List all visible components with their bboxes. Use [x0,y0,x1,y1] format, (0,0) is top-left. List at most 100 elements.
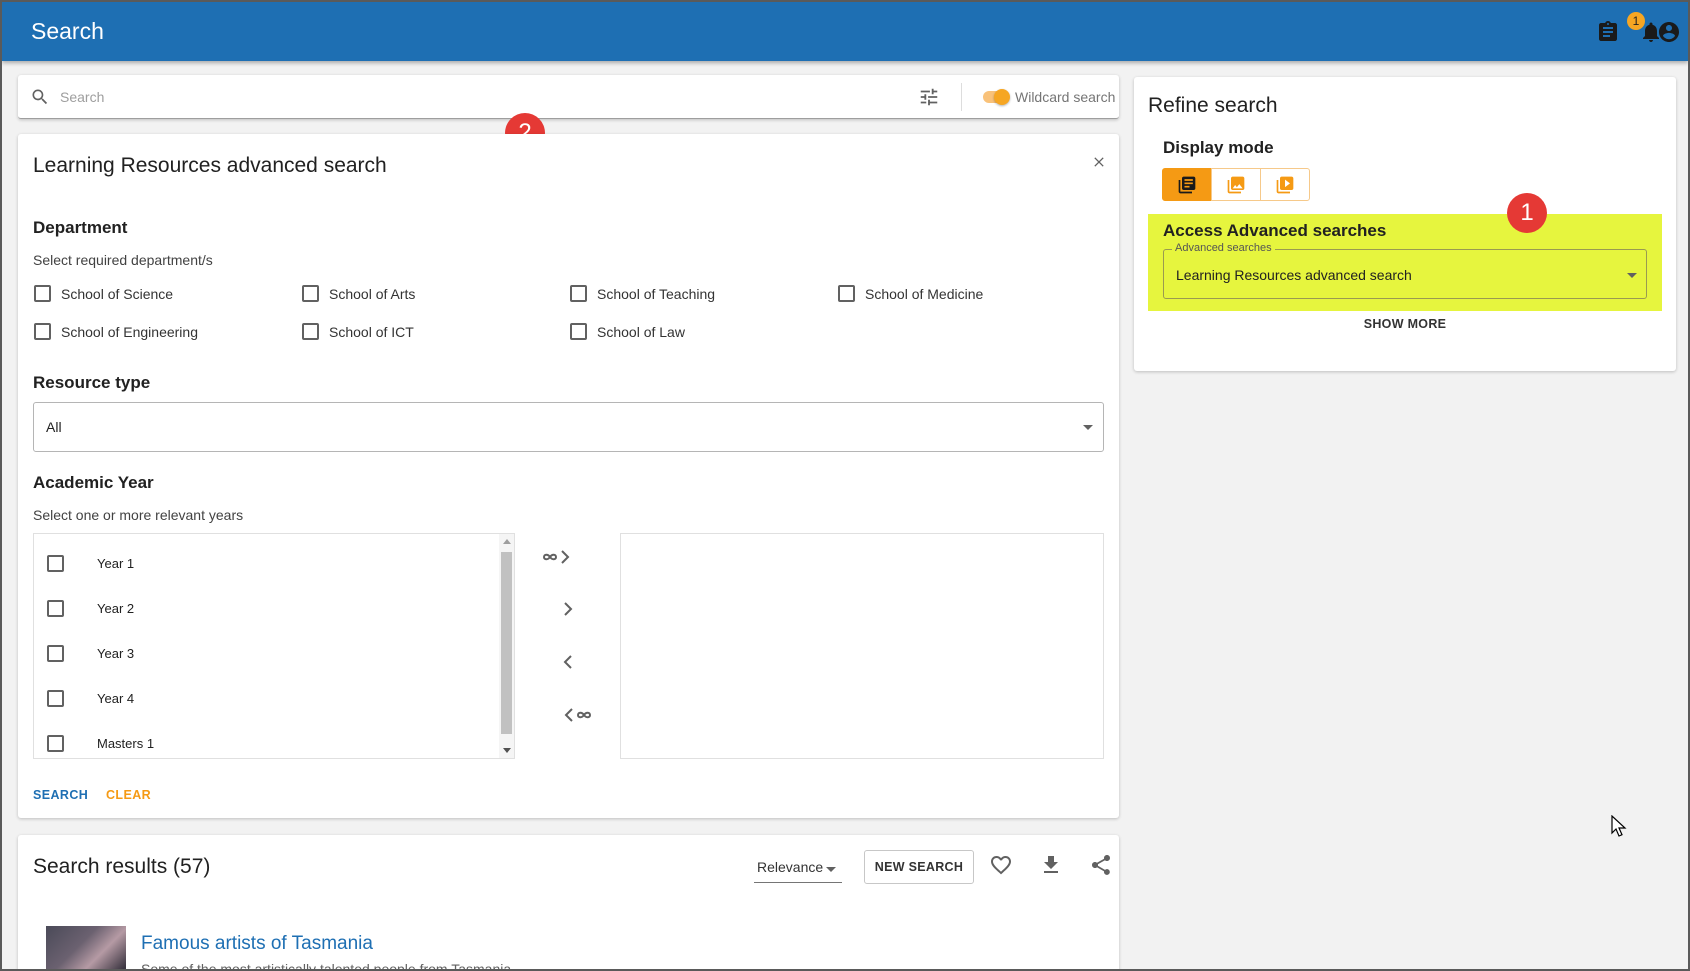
department-checkbox-arts[interactable]: School of Arts [302,285,415,302]
chevron-down-icon [1627,273,1637,278]
list-icon [1178,176,1196,193]
resource-type-heading: Resource type [33,373,151,392]
checkbox-box [47,600,64,617]
advanced-searches-value: Learning Resources advanced search [1176,267,1412,283]
search-button[interactable]: SEARCH [33,788,88,802]
search-bar: Wildcard search [18,75,1119,119]
search-input[interactable] [60,86,860,108]
display-mode-group [1162,168,1310,201]
display-mode-gallery-button[interactable] [1211,168,1261,201]
download-icon[interactable] [1039,853,1063,877]
toggle-knob [994,89,1010,105]
mouse-pointer-icon [1611,815,1627,837]
access-advanced-searches-heading: Access Advanced searches [1163,221,1387,240]
department-checkbox-science[interactable]: School of Science [34,285,173,302]
share-icon[interactable] [1089,853,1113,877]
academic-year-hint: Select one or more relevant years [33,507,244,523]
list-item-label: Masters 1 [97,736,155,751]
department-checkbox-medicine[interactable]: School of Medicine [838,285,983,302]
notification-badge: 1 [1627,12,1645,30]
wildcard-label: Wildcard search [1015,89,1116,105]
app-window: Search 1 Wildcard search 2 Learning Reso… [0,0,1690,971]
resource-type-value: All [46,419,62,435]
list-item-label: Year 1 [97,556,135,571]
list-item[interactable]: Year 2 [47,600,134,617]
display-mode-list-button[interactable] [1162,168,1212,201]
checkbox-label: School of Teaching [597,285,716,302]
move-all-left-icon[interactable] [562,706,594,724]
scroll-down-icon[interactable] [503,748,511,753]
account-circle-icon[interactable] [1657,20,1681,44]
checkbox-box [302,285,319,302]
search-icon [32,89,48,105]
checkbox-label: School of ICT [329,323,414,340]
callout-marker-1: 1 [1507,193,1547,233]
checkbox-box [34,285,51,302]
department-checkbox-engineering[interactable]: School of Engineering [34,323,198,340]
list-item-label: Year 4 [97,691,135,706]
clipboard-icon[interactable] [1596,20,1620,44]
show-more-button[interactable]: SHOW MORE [1134,317,1676,331]
result-description: Some of the most artistically talented p… [141,961,512,971]
list-item-label: Year 2 [97,601,135,616]
tune-filter-icon[interactable] [918,86,940,108]
chevron-down-icon [1083,425,1093,430]
search-results-panel: Search results (57) Relevance NEW SEARCH… [18,835,1119,971]
checkbox-label: School of Science [61,285,174,302]
scroll-up-icon[interactable] [503,539,511,544]
move-left-icon[interactable] [561,653,575,671]
department-checkbox-ict[interactable]: School of ICT [302,323,414,340]
refine-search-title: Refine search [1148,94,1278,117]
academic-year-selected-list[interactable] [620,533,1104,759]
gallery-image-icon [1227,176,1245,193]
checkbox-box [570,323,587,340]
move-all-right-icon[interactable] [542,548,574,566]
checkbox-box [570,285,587,302]
move-right-icon[interactable] [561,600,575,618]
close-icon[interactable] [1091,154,1107,170]
list-item[interactable]: Year 4 [47,690,134,707]
advanced-search-title: Learning Resources advanced search [33,154,387,177]
result-title-link[interactable]: Famous artists of Tasmania [141,933,373,955]
advanced-searches-select[interactable]: Advanced searches Learning Resources adv… [1163,242,1647,299]
checkbox-box [302,323,319,340]
refine-search-panel: Refine search Display mode Access Advanc… [1134,77,1676,371]
checkbox-box [47,735,64,752]
app-bar: Search 1 [2,2,1688,61]
department-checkbox-teaching[interactable]: School of Teaching [570,285,715,302]
resource-type-select[interactable]: All [33,402,1104,452]
app-title: Search [31,18,104,44]
department-checkbox-law[interactable]: School of Law [570,323,685,340]
checkbox-label: School of Medicine [865,285,984,302]
favourite-heart-icon[interactable] [989,853,1013,877]
sort-value: Relevance [757,859,824,875]
access-advanced-searches-section: Access Advanced searches Advanced search… [1148,214,1662,311]
new-search-button[interactable]: NEW SEARCH [864,850,974,884]
checkbox-box [838,285,855,302]
list-scrollbar[interactable] [499,534,514,758]
display-mode-video-button[interactable] [1260,168,1310,201]
clear-button[interactable]: CLEAR [106,788,151,802]
checkbox-box [47,690,64,707]
list-item[interactable]: Year 1 [47,555,134,572]
video-icon [1276,176,1294,193]
sort-select[interactable]: Relevance [754,855,842,883]
advanced-searches-label: Advanced searches [1172,242,1275,254]
checkbox-label: School of Law [597,323,685,340]
chevron-down-icon [826,867,836,872]
academic-year-source-list: Year 1 Year 2 Year 3 Year 4 Masters 1 [33,533,515,759]
checkbox-box [47,645,64,662]
list-item[interactable]: Masters 1 [47,735,154,752]
department-heading: Department [33,218,128,237]
academic-year-heading: Academic Year [33,473,154,492]
checkbox-box [34,323,51,340]
advanced-search-panel: Learning Resources advanced search Depar… [18,134,1119,818]
result-thumbnail[interactable] [46,926,126,969]
search-results-title: Search results (57) [33,855,211,878]
scroll-thumb[interactable] [501,552,512,734]
display-mode-heading: Display mode [1163,138,1274,157]
search-divider [961,83,962,111]
wildcard-toggle[interactable] [983,89,1010,105]
list-item[interactable]: Year 3 [47,645,134,662]
department-hint: Select required department/s [33,252,213,268]
